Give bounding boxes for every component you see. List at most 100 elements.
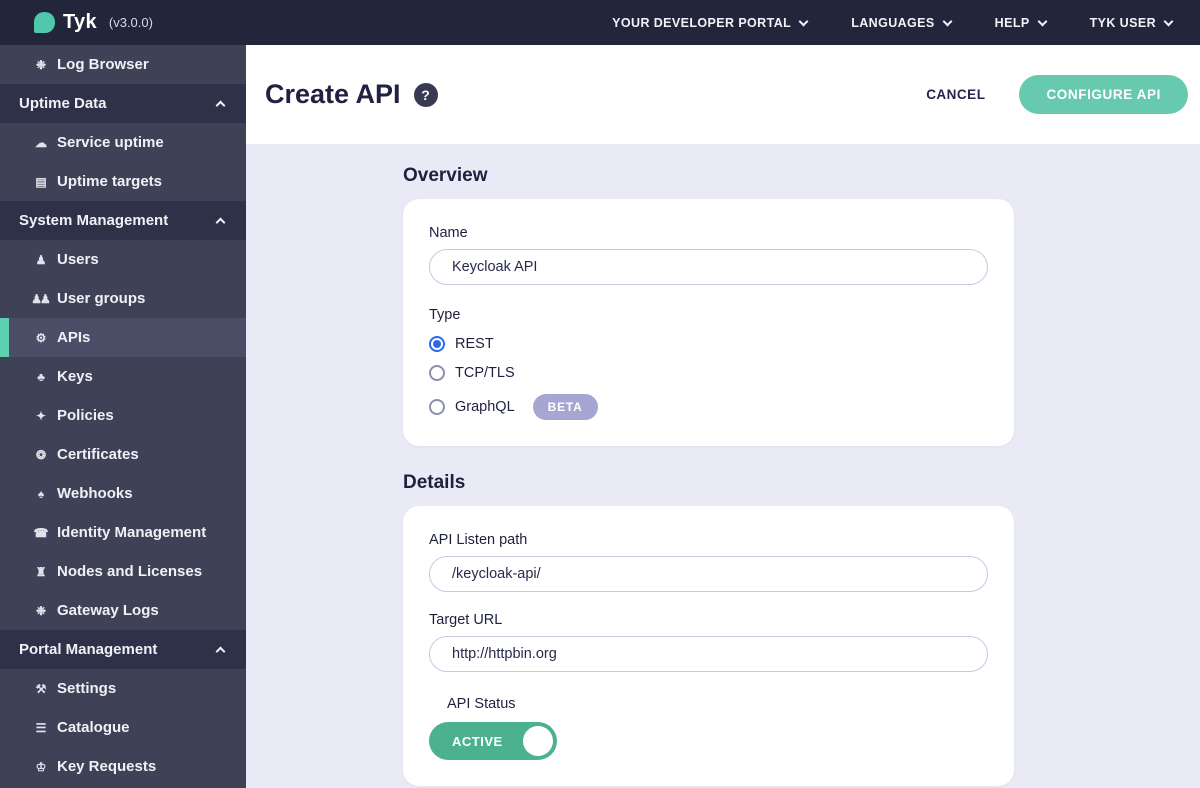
main-area: Create API ? CANCEL CONFIGURE API Overvi… — [246, 45, 1200, 788]
nav-menu-label: TYK USER — [1089, 15, 1156, 30]
chevron-up-icon — [215, 646, 226, 657]
nav-menus: YOUR DEVELOPER PORTAL LANGUAGES HELP TYK… — [612, 15, 1174, 30]
overview-card: Name Type REST TCP/TLS GraphQL BETA — [403, 199, 1014, 446]
nav-menu-tyk-user[interactable]: TYK USER — [1089, 15, 1174, 30]
sidebar-item-nodes-and-licenses[interactable]: ♜ Nodes and Licenses — [0, 552, 246, 591]
list-icon: ☰ — [35, 720, 47, 735]
bank-icon: ♜ — [35, 564, 47, 579]
cloud-icon: ☁ — [35, 135, 47, 150]
nav-menu-help[interactable]: HELP — [994, 15, 1048, 30]
sidebar-item-label: Policies — [57, 407, 114, 424]
toggle-knob-icon[interactable] — [523, 726, 553, 756]
configure-api-button[interactable]: CONFIGURE API — [1019, 75, 1188, 114]
top-navbar: Tyk (v3.0.0) YOUR DEVELOPER PORTAL LANGU… — [0, 0, 1200, 45]
radio-unselected-icon[interactable] — [429, 365, 445, 381]
sidebar-item-key-requests[interactable]: ♔ Key Requests — [0, 747, 246, 786]
sidebar-item-user-groups[interactable]: ♟♟ User groups — [0, 279, 246, 318]
radio-label: REST — [455, 336, 494, 352]
brand-name: Tyk — [63, 11, 97, 33]
sidebar-item-catalogue[interactable]: ☰ Catalogue — [0, 708, 246, 747]
sidebar-section-system-management[interactable]: System Management — [0, 201, 246, 240]
chevron-down-icon — [798, 16, 809, 26]
api-status-toggle[interactable]: ACTIVE — [429, 722, 557, 760]
radio-label: GraphQL — [455, 399, 515, 415]
page-header: Create API ? CANCEL CONFIGURE API — [246, 45, 1200, 144]
sidebar-item-webhooks[interactable]: ♠ Webhooks — [0, 474, 246, 513]
user-group-icon: ♟♟ — [31, 291, 51, 306]
sidebar-section-label: Uptime Data — [19, 95, 107, 112]
sidebar-item-identity-management[interactable]: ☎ Identity Management — [0, 513, 246, 552]
sidebar-section-uptime-data[interactable]: Uptime Data — [0, 84, 246, 123]
sidebar-item-label: Key Requests — [57, 758, 157, 775]
brand[interactable]: Tyk (v3.0.0) — [34, 11, 153, 34]
sidebar-item-users[interactable]: ♟ Users — [0, 240, 246, 279]
nav-menu-label: LANGUAGES — [851, 15, 935, 30]
brand-version: (v3.0.0) — [108, 15, 153, 30]
radio-option-graphql[interactable]: GraphQL BETA — [429, 394, 988, 420]
radio-selected-icon[interactable] — [429, 336, 445, 352]
sidebar-section-label: Portal Management — [19, 641, 158, 658]
chevron-down-icon — [1163, 16, 1174, 26]
sidebar-item-keys[interactable]: ♣ Keys — [0, 357, 246, 396]
sidebar-item-label: Nodes and Licenses — [57, 563, 203, 580]
chevron-up-icon — [215, 217, 226, 228]
wrench-icon: ⚒ — [35, 681, 47, 696]
sidebar-item-label: Gateway Logs — [57, 602, 159, 619]
target-url-label: Target URL — [429, 612, 503, 628]
sidebar-item-label: Uptime targets — [57, 173, 163, 190]
phone-icon: ☎ — [33, 525, 49, 540]
name-input[interactable] — [429, 249, 988, 285]
certificate-icon: ❂ — [35, 447, 46, 462]
radio-option-tcp-tls[interactable]: TCP/TLS — [429, 365, 988, 381]
sidebar-item-policies[interactable]: ✦ Policies — [0, 396, 246, 435]
sidebar-item-label: Webhooks — [57, 485, 133, 502]
toggle-state-label: ACTIVE — [452, 733, 503, 749]
sidebar-item-label: APIs — [57, 329, 91, 346]
beta-badge: BETA — [532, 394, 598, 420]
page-title: Create API — [265, 79, 401, 109]
sitemap-icon: ♣ — [37, 369, 45, 384]
bug-icon: ❉ — [35, 603, 46, 618]
bug-icon: ❉ — [35, 57, 46, 72]
details-card: API Listen path Target URL API Status AC… — [403, 506, 1014, 786]
sidebar-item-uptime-targets[interactable]: ▤ Uptime targets — [0, 162, 246, 201]
chevron-down-icon — [1037, 16, 1048, 26]
sidebar-item-label: Catalogue — [57, 719, 130, 736]
sidebar-item-settings[interactable]: ⚒ Settings — [0, 669, 246, 708]
sidebar-item-label: Certificates — [57, 446, 139, 463]
tyk-logo-icon — [34, 12, 55, 33]
sidebar-item-label: User groups — [57, 290, 146, 307]
api-listen-path-label: API Listen path — [429, 532, 528, 548]
nav-menu-languages[interactable]: LANGUAGES — [851, 15, 953, 30]
radio-option-rest[interactable]: REST — [429, 336, 988, 352]
radio-unselected-icon[interactable] — [429, 399, 445, 415]
sidebar-section-portal-management[interactable]: Portal Management — [0, 630, 246, 669]
sidebar-item-log-browser[interactable]: ❉ Log Browser — [0, 45, 246, 84]
api-status-label: API Status — [447, 696, 516, 712]
sidebar: ❉ Log Browser Uptime Data ☁ Service upti… — [0, 45, 246, 788]
details-heading: Details — [403, 472, 466, 493]
sidebar-item-service-uptime[interactable]: ☁ Service uptime — [0, 123, 246, 162]
cancel-button[interactable]: CANCEL — [926, 87, 985, 102]
sidebar-item-gateway-logs[interactable]: ❉ Gateway Logs — [0, 591, 246, 630]
overview-heading: Overview — [403, 165, 488, 186]
chevron-down-icon — [942, 16, 953, 26]
type-label: Type — [429, 307, 461, 323]
api-status-group: API Status ACTIVE — [429, 696, 988, 760]
sidebar-item-label: Log Browser — [57, 56, 149, 73]
grid-list-icon: ▤ — [35, 174, 46, 189]
target-url-input[interactable] — [429, 636, 988, 672]
user-icon: ♟ — [35, 252, 47, 267]
nav-menu-label: HELP — [994, 15, 1030, 30]
api-listen-path-input[interactable] — [429, 556, 988, 592]
nav-menu-label: YOUR DEVELOPER PORTAL — [612, 15, 792, 30]
page-content: Overview Name Type REST TCP/TLS — [246, 144, 1200, 788]
sidebar-item-certificates[interactable]: ❂ Certificates — [0, 435, 246, 474]
sidebar-item-label: Service uptime — [57, 134, 164, 151]
cogs-icon: ⚙ — [35, 330, 47, 345]
help-icon[interactable]: ? — [413, 82, 438, 107]
radio-label: TCP/TLS — [455, 365, 515, 381]
sidebar-item-apis[interactable]: ⚙ APIs — [0, 318, 246, 357]
policy-icon: ✦ — [35, 408, 46, 423]
nav-menu-developer-portal[interactable]: YOUR DEVELOPER PORTAL — [612, 15, 809, 30]
